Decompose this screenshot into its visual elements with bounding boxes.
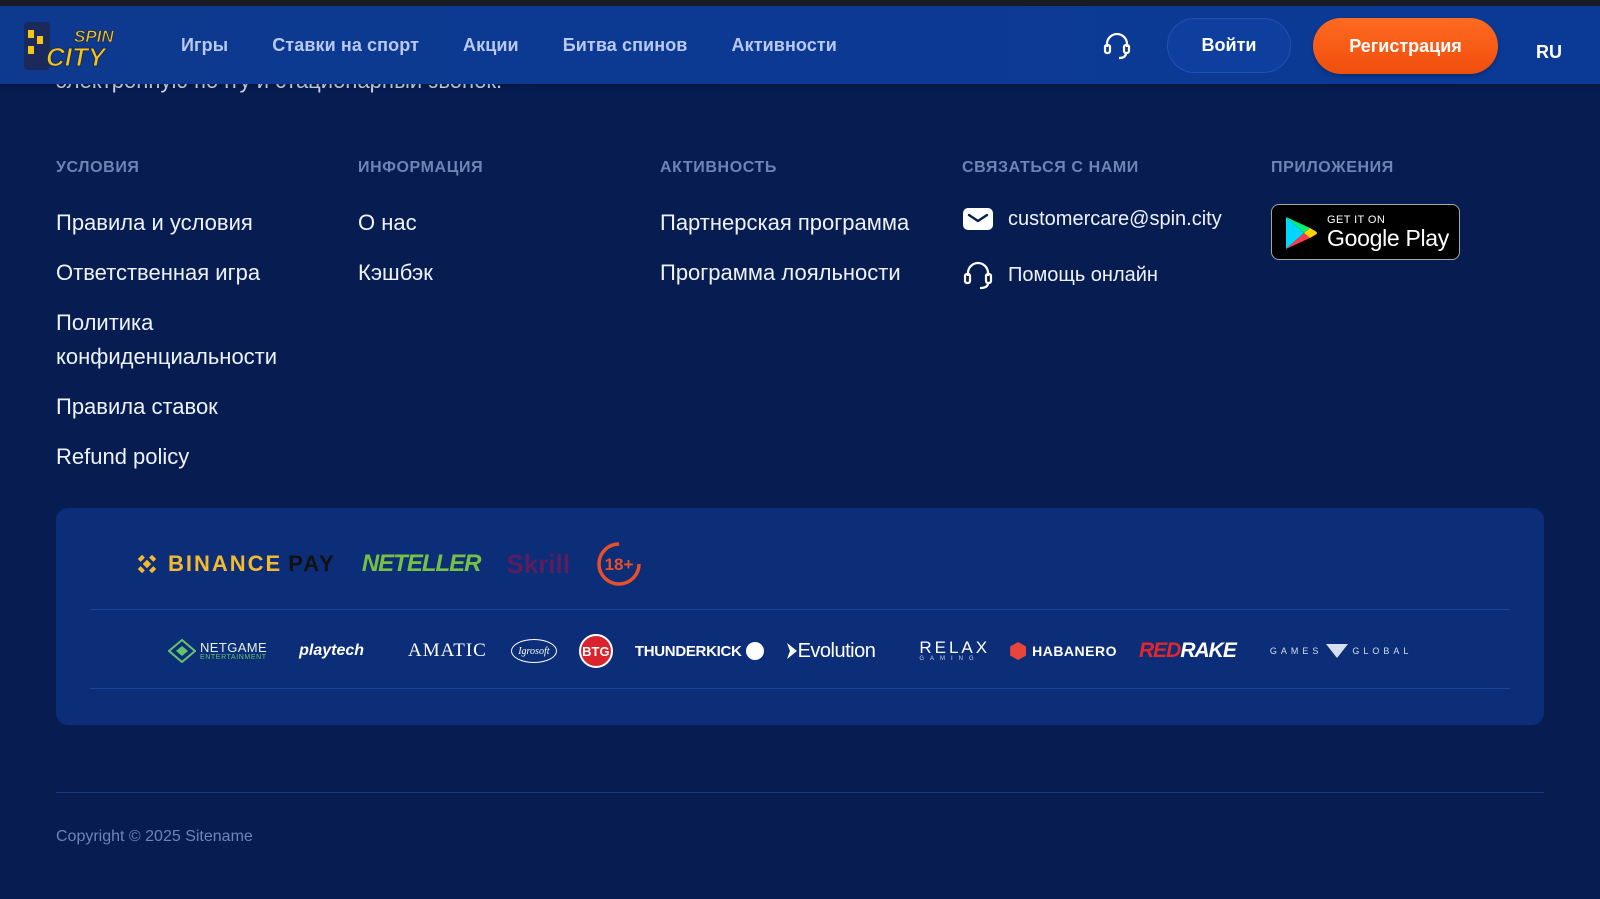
games-global-icon xyxy=(1326,644,1349,658)
logo-text-bottom: CITY xyxy=(46,42,108,72)
binance-pay-logo: BINANCE PAY xyxy=(134,551,336,577)
netgame-icon xyxy=(168,639,196,663)
relax-gaming-logo: RELAX GAMING xyxy=(919,638,991,662)
btg-logo: BTG xyxy=(578,634,613,668)
login-button[interactable]: Войти xyxy=(1167,18,1291,73)
footer-divider xyxy=(56,792,1544,793)
link-betting-rules[interactable]: Правила ставок xyxy=(56,390,316,424)
age-18-icon: 18+ xyxy=(597,542,641,586)
google-play-badge[interactable]: GET IT ON Google Play xyxy=(1271,204,1460,260)
games-global-text-1: GAMES xyxy=(1269,646,1323,656)
link-cashback[interactable]: Кэшбэк xyxy=(358,256,483,290)
language-selector[interactable]: RU xyxy=(1536,42,1562,63)
footer-column-terms: УСЛОВИЯ Правила и условия Ответственная … xyxy=(56,158,316,490)
footer-column-info: ИНФОРМАЦИЯ О нас Кэшбэк xyxy=(358,158,483,306)
neteller-logo: NETELLER xyxy=(361,550,482,577)
relax-text: RELAX xyxy=(919,638,991,657)
thunderkick-logo: THUNDERKICK xyxy=(635,642,764,660)
divider xyxy=(90,609,1510,610)
nav-spin-battle[interactable]: Битва спинов xyxy=(563,35,688,56)
register-button[interactable]: Регистрация xyxy=(1313,18,1498,74)
footer-column-apps: ПРИЛОЖЕНИЯ xyxy=(1271,158,1394,178)
habanero-icon xyxy=(1010,642,1027,660)
red-rake-text-red: RED xyxy=(1138,639,1181,662)
game-providers: NETGAME ENTERTAINMENT playtech AMATIC Ig… xyxy=(168,626,1412,676)
nav-promotions[interactable]: Акции xyxy=(463,35,519,56)
payment-methods: BINANCE PAY NETELLER Skrill 18+ xyxy=(134,538,642,590)
relax-subtext: GAMING xyxy=(919,656,980,662)
contact-email[interactable]: customercare@spin.city xyxy=(962,202,1222,236)
google-play-icon xyxy=(1286,217,1317,249)
games-global-logo: GAMES GLOBAL xyxy=(1270,644,1413,658)
evolution-icon xyxy=(786,643,797,659)
headset-icon xyxy=(963,261,993,290)
red-rake-logo: RED RAKE xyxy=(1138,639,1237,663)
store-big-text: Google Play xyxy=(1327,225,1449,251)
link-refund-policy[interactable]: Refund policy xyxy=(56,440,316,474)
copyright-text: Copyright © 2025 Sitename xyxy=(56,828,253,845)
contact-email-text: customercare@spin.city xyxy=(1008,207,1222,230)
footer-column-contact: СВЯЗАТЬСЯ С НАМИ customercare@spin.city … xyxy=(962,158,1222,292)
nav-sports-betting[interactable]: Ставки на спорт xyxy=(272,35,419,56)
nav-games[interactable]: Игры xyxy=(181,35,228,56)
amatic-logo: AMATIC xyxy=(408,640,487,661)
footer-column-activity: АКТИВНОСТЬ Партнерская программа Програм… xyxy=(660,158,909,306)
netgame-text: NETGAME xyxy=(200,639,268,655)
binance-icon xyxy=(137,554,157,574)
column-title: УСЛОВИЯ xyxy=(56,159,140,176)
thunderkick-text: THUNDERKICK xyxy=(634,642,742,660)
games-global-text-2: GLOBAL xyxy=(1352,646,1413,656)
age-text: 18+ xyxy=(605,555,634,574)
link-responsible-gaming[interactable]: Ответственная игра xyxy=(56,256,316,290)
main-nav: Игры Ставки на спорт Акции Битва спинов … xyxy=(181,6,881,84)
netgame-subtext: ENTERTAINMENT xyxy=(200,653,267,661)
playtech-logo: playtech xyxy=(299,642,365,659)
evolution-text: Evolution xyxy=(797,639,876,662)
thunderkick-icon xyxy=(745,642,764,660)
column-title: СВЯЗАТЬСЯ С НАМИ xyxy=(962,159,1139,176)
nav-activities[interactable]: Активности xyxy=(731,35,836,56)
link-affiliate-program[interactable]: Партнерская программа xyxy=(660,206,909,240)
igrosoft-logo: Igrosoft xyxy=(510,639,557,663)
envelope-icon xyxy=(963,208,993,230)
link-privacy-policy[interactable]: Политика конфиденциальности xyxy=(56,306,316,374)
spin-city-logo[interactable]: SPIN CITY xyxy=(22,16,115,74)
column-title: АКТИВНОСТЬ xyxy=(660,159,777,176)
evolution-logo: Evolution xyxy=(786,640,876,663)
netgame-logo: NETGAME ENTERTAINMENT xyxy=(168,639,267,663)
link-about[interactable]: О нас xyxy=(358,206,483,240)
red-rake-text-white: RAKE xyxy=(1180,639,1237,662)
binance-text: BINANCE xyxy=(168,551,283,576)
link-loyalty-program[interactable]: Программа лояльности xyxy=(660,256,909,290)
partners-panel: BINANCE PAY NETELLER Skrill 18+ NETGAME … xyxy=(56,508,1544,725)
habanero-text: HABANERO xyxy=(1032,643,1117,659)
divider xyxy=(90,688,1510,689)
skrill-logo: Skrill xyxy=(506,548,571,579)
link-terms[interactable]: Правила и условия xyxy=(56,206,316,240)
contact-live-support[interactable]: Помощь онлайн xyxy=(962,258,1222,292)
column-title: ИНФОРМАЦИЯ xyxy=(358,159,484,176)
contact-support-text: Помощь онлайн xyxy=(1008,263,1158,286)
pay-text: PAY xyxy=(288,551,336,576)
habanero-logo: HABANERO xyxy=(1010,642,1117,660)
site-header: SPIN CITY Игры Ставки на спорт Акции Бит… xyxy=(0,6,1600,84)
column-title: ПРИЛОЖЕНИЯ xyxy=(1271,159,1394,176)
headset-icon[interactable] xyxy=(1102,31,1132,61)
